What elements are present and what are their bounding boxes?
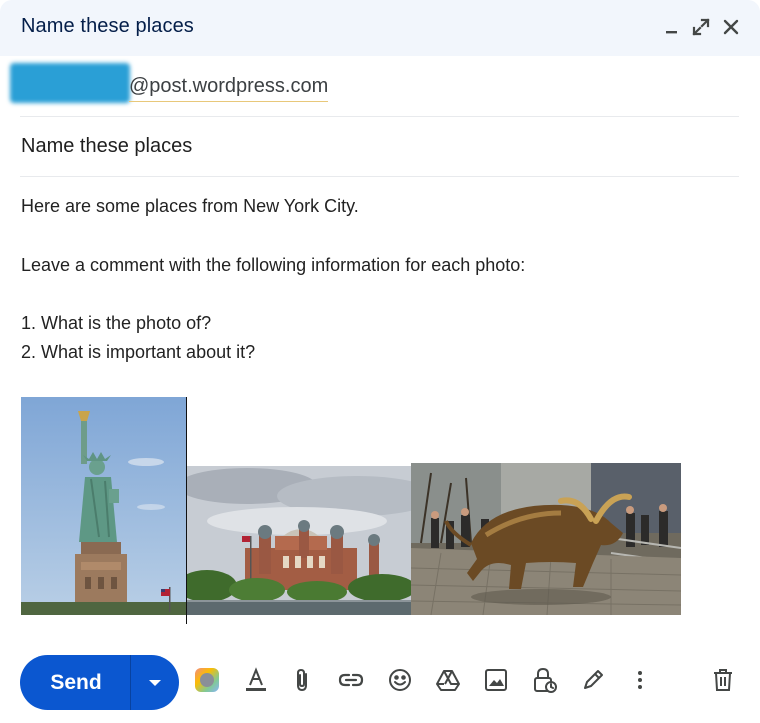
link-icon[interactable] xyxy=(338,667,364,693)
body-line: 1. What is the photo of? xyxy=(21,313,212,333)
compose-toolbar: Send xyxy=(0,652,760,712)
formatting-icon[interactable] xyxy=(243,667,269,693)
statue-of-liberty-photo[interactable] xyxy=(21,397,186,615)
confidential-icon[interactable] xyxy=(531,667,557,693)
recipient-field[interactable]: @post.wordpress.com xyxy=(0,56,760,116)
full-screen-icon[interactable] xyxy=(690,16,712,38)
recipient-email[interactable]: @post.wordpress.com xyxy=(129,75,329,102)
redacted-username xyxy=(10,63,130,103)
send-button[interactable]: Send xyxy=(20,655,130,710)
body-line: Here are some places from New York City. xyxy=(21,196,359,216)
close-icon[interactable] xyxy=(720,16,742,38)
photo-icon[interactable] xyxy=(483,667,509,693)
ai-assist-icon[interactable] xyxy=(194,667,220,693)
charging-bull-photo[interactable] xyxy=(411,463,681,615)
send-options-icon[interactable] xyxy=(131,655,179,710)
discard-icon[interactable] xyxy=(710,667,736,693)
body-line: Leave a comment with the following infor… xyxy=(21,255,526,275)
compose-title: Name these places xyxy=(21,15,194,37)
text-cursor xyxy=(186,397,187,624)
attach-icon[interactable] xyxy=(290,667,316,693)
body-line: 2. What is important about it? xyxy=(21,342,256,362)
signature-icon[interactable] xyxy=(580,667,606,693)
emoji-icon[interactable] xyxy=(387,667,413,693)
minimize-icon[interactable] xyxy=(661,16,683,38)
ellis-island-photo[interactable] xyxy=(187,466,411,615)
drive-icon[interactable] xyxy=(435,667,461,693)
divider xyxy=(20,116,739,117)
compose-titlebar[interactable]: Name these places xyxy=(0,0,760,56)
divider xyxy=(20,176,739,177)
subject-field[interactable]: Name these places xyxy=(21,135,192,158)
more-options-icon[interactable] xyxy=(627,667,653,693)
send-button-group: Send xyxy=(20,655,179,710)
